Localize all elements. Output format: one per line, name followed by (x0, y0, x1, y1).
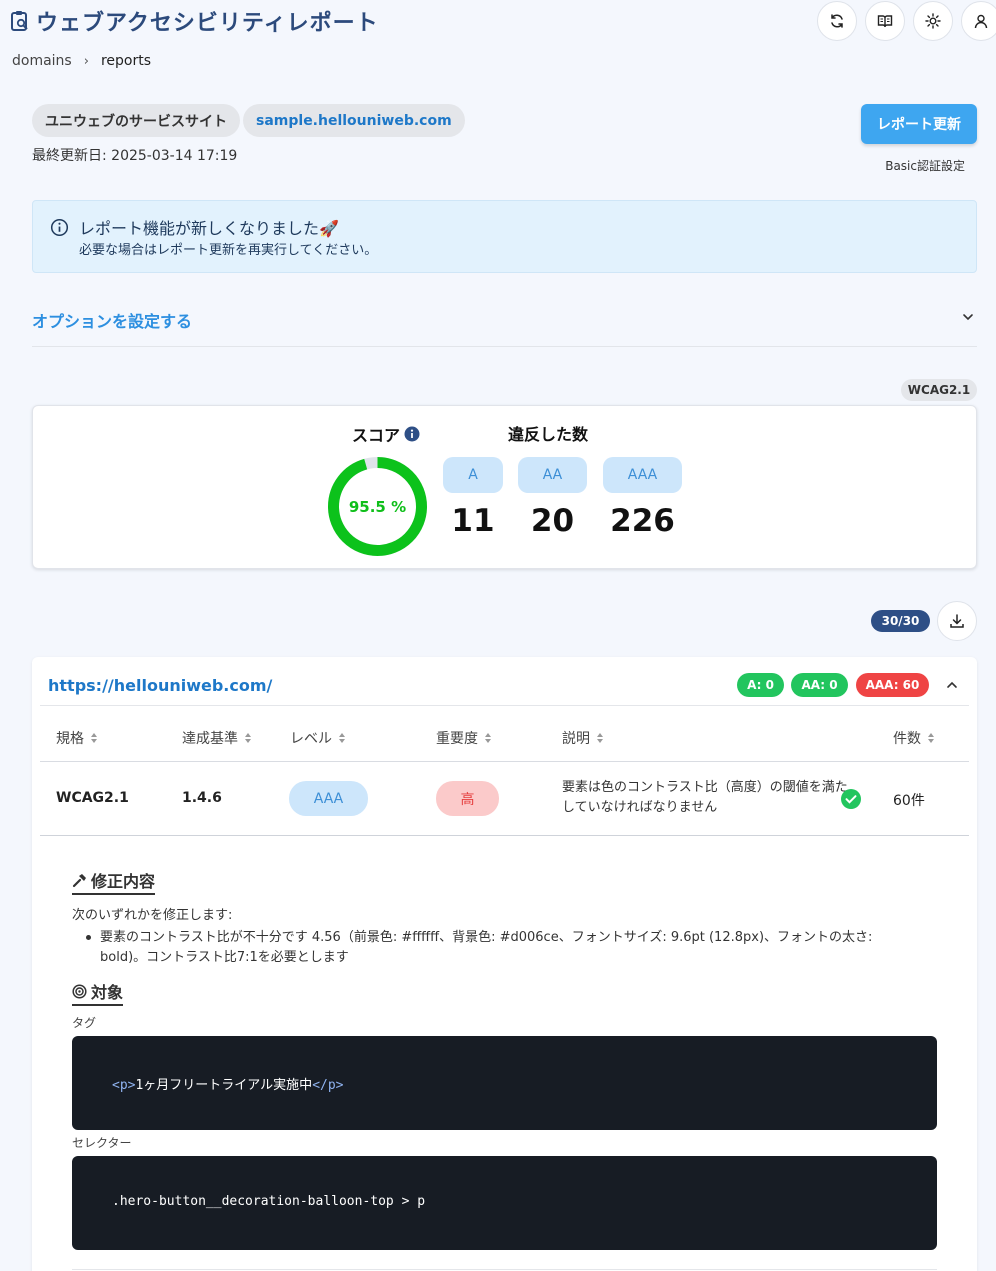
col-level[interactable]: レベル (290, 728, 346, 748)
table-header: 規格 達成基準 レベル 重要度 説明 件数 (40, 705, 969, 762)
col-severity[interactable]: 重要度 (436, 728, 492, 748)
sort-icon (339, 733, 345, 743)
fix-title-text: 修正内容 (91, 872, 156, 891)
level-a-pill: A (443, 457, 503, 493)
wcag-version-tag: WCAG2.1 (901, 379, 977, 401)
tag-code-block: <p>1ヶ月フリートライアル実施中</p> (72, 1036, 937, 1130)
fix-intro: 次のいずれかを修正します: (72, 908, 233, 923)
table-row[interactable]: WCAG2.1 1.4.6 AAA 高 要素は色のコントラスト比（高度）の閾値を… (40, 762, 969, 836)
row-level-pill: AAA (289, 781, 368, 816)
refresh-button[interactable] (817, 1, 857, 41)
fix-item: 要素のコントラスト比が不十分です 4.56（前景色: #ffffff、背景色: … (84, 928, 914, 968)
violations-label: 違反した数 (508, 425, 589, 444)
score-label: スコア (352, 422, 420, 446)
target-title-text: 対象 (91, 983, 124, 1002)
info-icon (50, 218, 69, 237)
sort-icon (928, 733, 934, 743)
col-standard[interactable]: 規格 (56, 728, 98, 748)
site-name-chip: ユニウェブのサービスサイト (32, 104, 240, 137)
chevron-right-icon: › (83, 53, 89, 69)
row-description: 要素は色のコントラスト比（高度）の閾値を満たしていなければなりません (562, 780, 848, 815)
col-criterion[interactable]: 達成基準 (182, 728, 252, 748)
selector-code-block: .hero-button__decoration-balloon-top > p (72, 1156, 937, 1250)
last-updated-text: 最終更新日: 2025-03-14 17:19 (32, 148, 238, 164)
divider (72, 1269, 937, 1270)
breadcrumb-reports: reports (100, 53, 151, 69)
refresh-icon (831, 14, 843, 28)
sort-icon (245, 733, 251, 743)
badge-aa: AA: 0 (791, 673, 848, 697)
check-circle-icon (841, 789, 861, 809)
level-a-count: 11 (451, 503, 495, 539)
hammer-icon (72, 873, 86, 887)
row-criterion: 1.4.6 (182, 790, 222, 806)
badge-aaa: AAA: 60 (856, 673, 929, 697)
level-aa-count: 20 (530, 503, 575, 539)
score-card: スコア 95.5 % 違反した数 A AA AAA 11 20 226 (32, 405, 977, 569)
score-label-text: スコア (352, 426, 401, 445)
options-label[interactable]: オプションを設定する (32, 308, 192, 332)
selector-code: .hero-button__decoration-balloon-top > p (112, 1194, 426, 1209)
col-severity-label: 重要度 (436, 731, 478, 747)
theme-toggle-button[interactable] (913, 1, 953, 41)
sort-icon (91, 733, 97, 743)
target-section-title: 対象 (72, 979, 124, 1006)
level-aaa-pill: AAA (603, 457, 682, 493)
col-level-label: レベル (290, 731, 332, 747)
download-button[interactable] (937, 601, 977, 641)
page-title: ウェブアクセシビリティレポート (36, 11, 379, 36)
page-url-link[interactable]: https://hellouniweb.com/ (48, 676, 272, 695)
clipboard-search-icon (11, 11, 28, 31)
badge-a: A: 0 (737, 673, 784, 697)
level-aaa-count: 226 (610, 503, 675, 539)
score-value: 95.5 % (348, 497, 407, 516)
col-standard-label: 規格 (56, 731, 84, 747)
alert-body: 必要な場合はレポート更新を再実行してください。 (79, 243, 378, 258)
col-description-label: 説明 (562, 731, 590, 747)
chevron-down-icon[interactable] (961, 310, 975, 324)
book-icon (877, 15, 893, 28)
breadcrumb: domains › reports (12, 53, 151, 69)
tag-open: <p> (112, 1078, 136, 1093)
sun-icon (925, 13, 941, 29)
selector-label: セレクター (72, 1136, 132, 1150)
options-accordion[interactable]: オプションを設定する (32, 300, 977, 347)
info-icon[interactable] (404, 426, 420, 442)
sort-icon (597, 733, 603, 743)
row-standard: WCAG2.1 (56, 790, 129, 806)
sort-icon (485, 733, 491, 743)
domain-chip[interactable]: sample.hellouniweb.com (243, 104, 465, 137)
docs-button[interactable] (865, 1, 905, 41)
report-refresh-button[interactable]: レポート更新 (861, 104, 977, 144)
app-header: ウェブアクセシビリティレポート (0, 0, 996, 42)
tag-text: 1ヶ月フリートライアル実施中 (135, 1078, 313, 1093)
page-count-badge: 30/30 (871, 610, 930, 632)
tag-close: </p> (312, 1078, 344, 1093)
target-icon (72, 983, 87, 999)
user-menu-button[interactable] (961, 1, 996, 41)
tag-label: タグ (72, 1016, 97, 1030)
col-count-label: 件数 (893, 731, 921, 747)
col-criterion-label: 達成基準 (182, 731, 238, 747)
col-description[interactable]: 説明 (562, 728, 604, 748)
download-icon (950, 614, 964, 628)
alert-title: レポート機能が新しくなりました🚀 (79, 219, 339, 238)
fix-section-title: 修正内容 (72, 868, 156, 895)
tag-code: <p>1ヶ月フリートライアル実施中</p> (112, 1074, 344, 1093)
breadcrumb-domains[interactable]: domains (12, 53, 72, 69)
row-count: 60件 (893, 793, 925, 809)
info-alert: レポート機能が新しくなりました🚀 必要な場合はレポート更新を再実行してください。 (32, 200, 977, 273)
col-count[interactable]: 件数 (893, 728, 935, 748)
basic-auth-link[interactable]: Basic認証設定 (885, 157, 965, 174)
row-severity-pill: 高 (436, 781, 499, 816)
chevron-up-icon[interactable] (945, 678, 959, 692)
user-icon (974, 14, 988, 29)
level-aa-pill: AA (518, 457, 587, 493)
app-title: ウェブアクセシビリティレポート (10, 5, 379, 37)
score-donut: 95.5 % (327, 456, 428, 557)
page-result-panel: https://hellouniweb.com/ A: 0 AA: 0 AAA:… (32, 657, 977, 1271)
